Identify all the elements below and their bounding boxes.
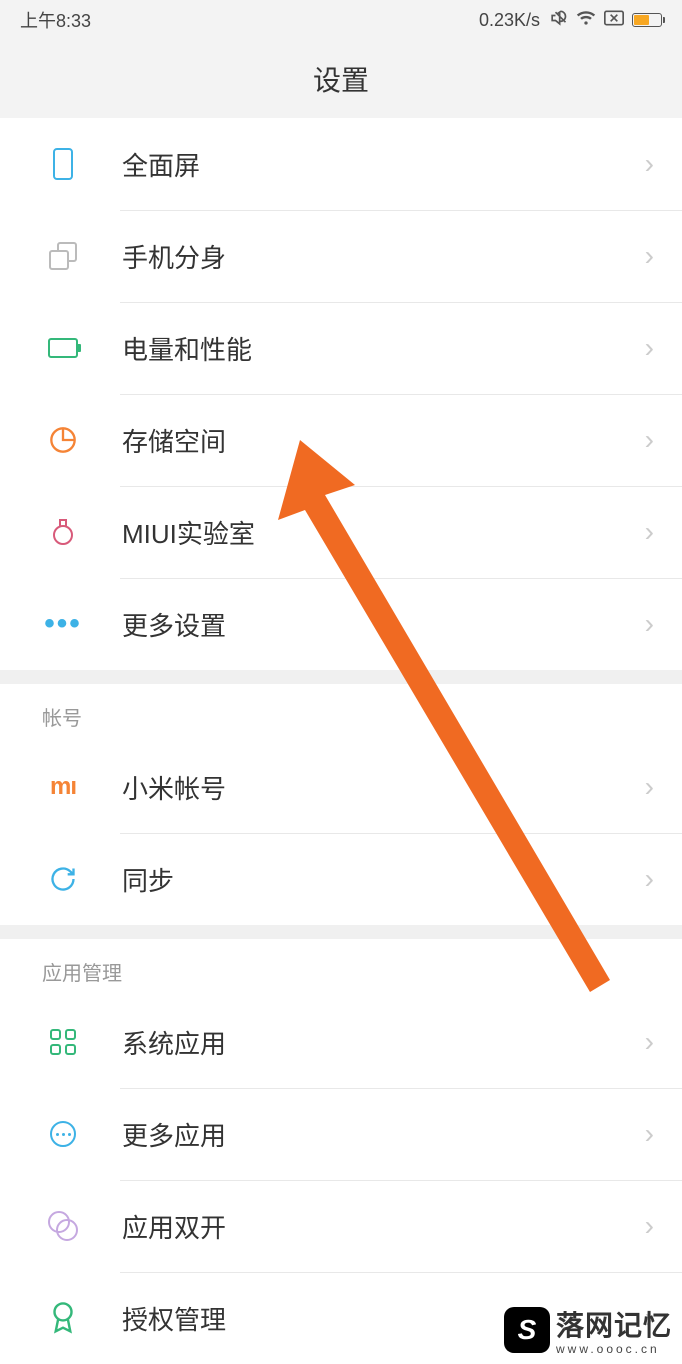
time-label: 上午8:33 <box>20 7 91 33</box>
chevron-right-icon: › <box>645 771 654 803</box>
more-apps-icon <box>42 1113 84 1155</box>
watermark-logo-icon: S <box>504 1307 550 1353</box>
dual-rect-icon <box>42 235 84 277</box>
lab-icon <box>42 511 84 553</box>
watermark: S 落网记忆 www.oooc.cn <box>504 1304 672 1356</box>
watermark-url: www.oooc.cn <box>556 1342 672 1356</box>
chevron-right-icon: › <box>645 1118 654 1150</box>
badge-icon <box>42 1297 84 1339</box>
item-dual-apps[interactable]: 应用双开 › <box>0 1180 682 1272</box>
mi-logo-icon: mı <box>42 766 84 808</box>
item-more-settings[interactable]: ••• 更多设置 › <box>0 578 682 670</box>
item-label: 系统应用 <box>122 1024 645 1061</box>
mute-icon <box>548 8 568 33</box>
x-box-icon <box>604 10 624 31</box>
chevron-right-icon: › <box>645 332 654 364</box>
chevron-right-icon: › <box>645 863 654 895</box>
item-label: 更多应用 <box>122 1116 645 1153</box>
battery-perf-icon <box>42 327 84 369</box>
item-label: 全面屏 <box>122 146 645 183</box>
net-speed: 0.23K/s <box>479 10 540 31</box>
chevron-right-icon: › <box>645 240 654 272</box>
wifi-icon <box>576 9 596 32</box>
item-label: 更多设置 <box>122 606 645 643</box>
battery-icon <box>632 13 662 27</box>
item-battery-perf[interactable]: 电量和性能 › <box>0 302 682 394</box>
chevron-right-icon: › <box>645 1026 654 1058</box>
status-bar: 上午8:33 0.23K/s <box>0 0 682 40</box>
chevron-right-icon: › <box>645 1210 654 1242</box>
item-label: 应用双开 <box>122 1208 645 1245</box>
item-system-apps[interactable]: 系统应用 › <box>0 996 682 1088</box>
item-storage[interactable]: 存储空间 › <box>0 394 682 486</box>
item-label: 小米帐号 <box>122 769 645 806</box>
phone-icon <box>42 143 84 185</box>
section-accounts-header: 帐号 <box>0 684 682 741</box>
watermark-title: 落网记忆 <box>556 1310 672 1341</box>
item-label: 手机分身 <box>122 238 645 275</box>
item-second-space[interactable]: 手机分身 › <box>0 210 682 302</box>
item-label: MIUI实验室 <box>122 514 645 551</box>
item-mi-account[interactable]: mı 小米帐号 › <box>0 741 682 833</box>
item-sync[interactable]: 同步 › <box>0 833 682 925</box>
chevron-right-icon: › <box>645 608 654 640</box>
item-label: 同步 <box>122 861 645 898</box>
dual-apps-icon <box>42 1205 84 1247</box>
apps-grid-icon <box>42 1021 84 1063</box>
section-apps-header: 应用管理 <box>0 939 682 996</box>
item-more-apps[interactable]: 更多应用 › <box>0 1088 682 1180</box>
chevron-right-icon: › <box>645 148 654 180</box>
page-title: 设置 <box>0 40 682 118</box>
chevron-right-icon: › <box>645 516 654 548</box>
item-fullscreen[interactable]: 全面屏 › <box>0 118 682 210</box>
item-miui-lab[interactable]: MIUI实验室 › <box>0 486 682 578</box>
chevron-right-icon: › <box>645 424 654 456</box>
storage-icon <box>42 419 84 461</box>
item-label: 存储空间 <box>122 422 645 459</box>
sync-icon <box>42 858 84 900</box>
item-label: 电量和性能 <box>122 330 645 367</box>
more-icon: ••• <box>42 603 84 645</box>
